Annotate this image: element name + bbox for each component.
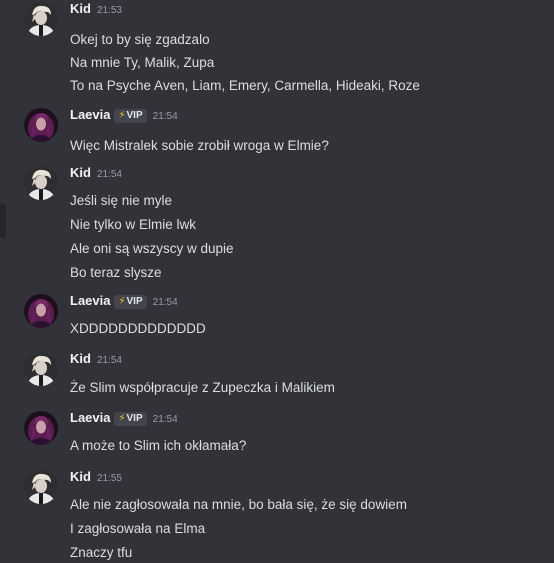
timestamp[interactable]: 21:54 bbox=[153, 414, 178, 425]
chat-message-list[interactable]: Kid 21:53 Okej to by się zgadzalo Na mnie T… bbox=[0, 0, 554, 563]
username[interactable]: Laevia bbox=[70, 410, 110, 425]
message-header: Laevia ⚡VIP 21:54 bbox=[70, 106, 178, 126]
username[interactable]: Laevia bbox=[70, 293, 110, 308]
message-text: Ale oni są wszyscy w dupie bbox=[70, 241, 234, 256]
timestamp[interactable]: 21:53 bbox=[97, 5, 122, 16]
username[interactable]: Kid bbox=[70, 1, 91, 16]
username[interactable]: Kid bbox=[70, 351, 91, 366]
avatar[interactable] bbox=[24, 108, 58, 142]
message-header: Kid 21:54 bbox=[70, 350, 122, 370]
message-text: Jeśli się nie myle bbox=[70, 193, 173, 208]
message-text: I zagłosowała na Elma bbox=[70, 521, 206, 536]
message-text: Więc Mistralek sobie zrobił wroga w Elmi… bbox=[70, 138, 329, 153]
vip-badge[interactable]: ⚡VIP bbox=[114, 109, 147, 123]
message-text: Bo teraz slysze bbox=[70, 265, 162, 280]
message-header: Kid 21:53 bbox=[70, 0, 122, 20]
message-header: Kid 21:54 bbox=[70, 164, 122, 184]
username[interactable]: Kid bbox=[70, 469, 91, 484]
vip-badge[interactable]: ⚡VIP bbox=[114, 412, 147, 426]
message-text: To na Psyche Aven, Liam, Emery, Carmella… bbox=[70, 78, 420, 93]
message-text: Że Slim współpracuje z Zupeczka i Maliki… bbox=[70, 380, 335, 395]
avatar[interactable] bbox=[24, 294, 58, 328]
message-header: Laevia ⚡VIP 21:54 bbox=[70, 292, 178, 312]
avatar[interactable] bbox=[24, 166, 58, 200]
lightning-bolt-icon: ⚡ bbox=[118, 413, 126, 424]
username[interactable]: Laevia bbox=[70, 107, 110, 122]
badge-label: VIP bbox=[126, 110, 143, 121]
vip-badge[interactable]: ⚡VIP bbox=[114, 295, 147, 309]
lightning-bolt-icon: ⚡ bbox=[118, 110, 126, 121]
avatar[interactable] bbox=[24, 470, 58, 504]
message-header: Kid 21:55 bbox=[70, 468, 122, 488]
timestamp[interactable]: 21:54 bbox=[97, 355, 122, 366]
message-text: Na mnie Ty, Malik, Zupa bbox=[70, 55, 215, 70]
scrollbar-handle[interactable] bbox=[0, 204, 6, 238]
lightning-bolt-icon: ⚡ bbox=[118, 296, 126, 307]
message-text: XDDDDDDDDDDDDD bbox=[70, 321, 206, 336]
message-text: A może to Slim ich okłamała? bbox=[70, 438, 247, 453]
avatar[interactable] bbox=[24, 352, 58, 386]
badge-label: VIP bbox=[126, 296, 143, 307]
timestamp[interactable]: 21:55 bbox=[97, 473, 122, 484]
message-text: Znaczy tfu bbox=[70, 545, 133, 560]
message-header: Laevia ⚡VIP 21:54 bbox=[70, 409, 178, 429]
avatar[interactable] bbox=[24, 2, 58, 36]
message-text: Nie tylko w Elmie lwk bbox=[70, 217, 197, 232]
badge-label: VIP bbox=[126, 413, 143, 424]
avatar[interactable] bbox=[24, 411, 58, 445]
timestamp[interactable]: 21:54 bbox=[97, 169, 122, 180]
timestamp[interactable]: 21:54 bbox=[153, 297, 178, 308]
timestamp[interactable]: 21:54 bbox=[153, 111, 178, 122]
message-text: Okej to by się zgadzalo bbox=[70, 32, 210, 47]
message-text: Ale nie zagłosowała na mnie, bo bała się… bbox=[70, 497, 407, 512]
username[interactable]: Kid bbox=[70, 165, 91, 180]
